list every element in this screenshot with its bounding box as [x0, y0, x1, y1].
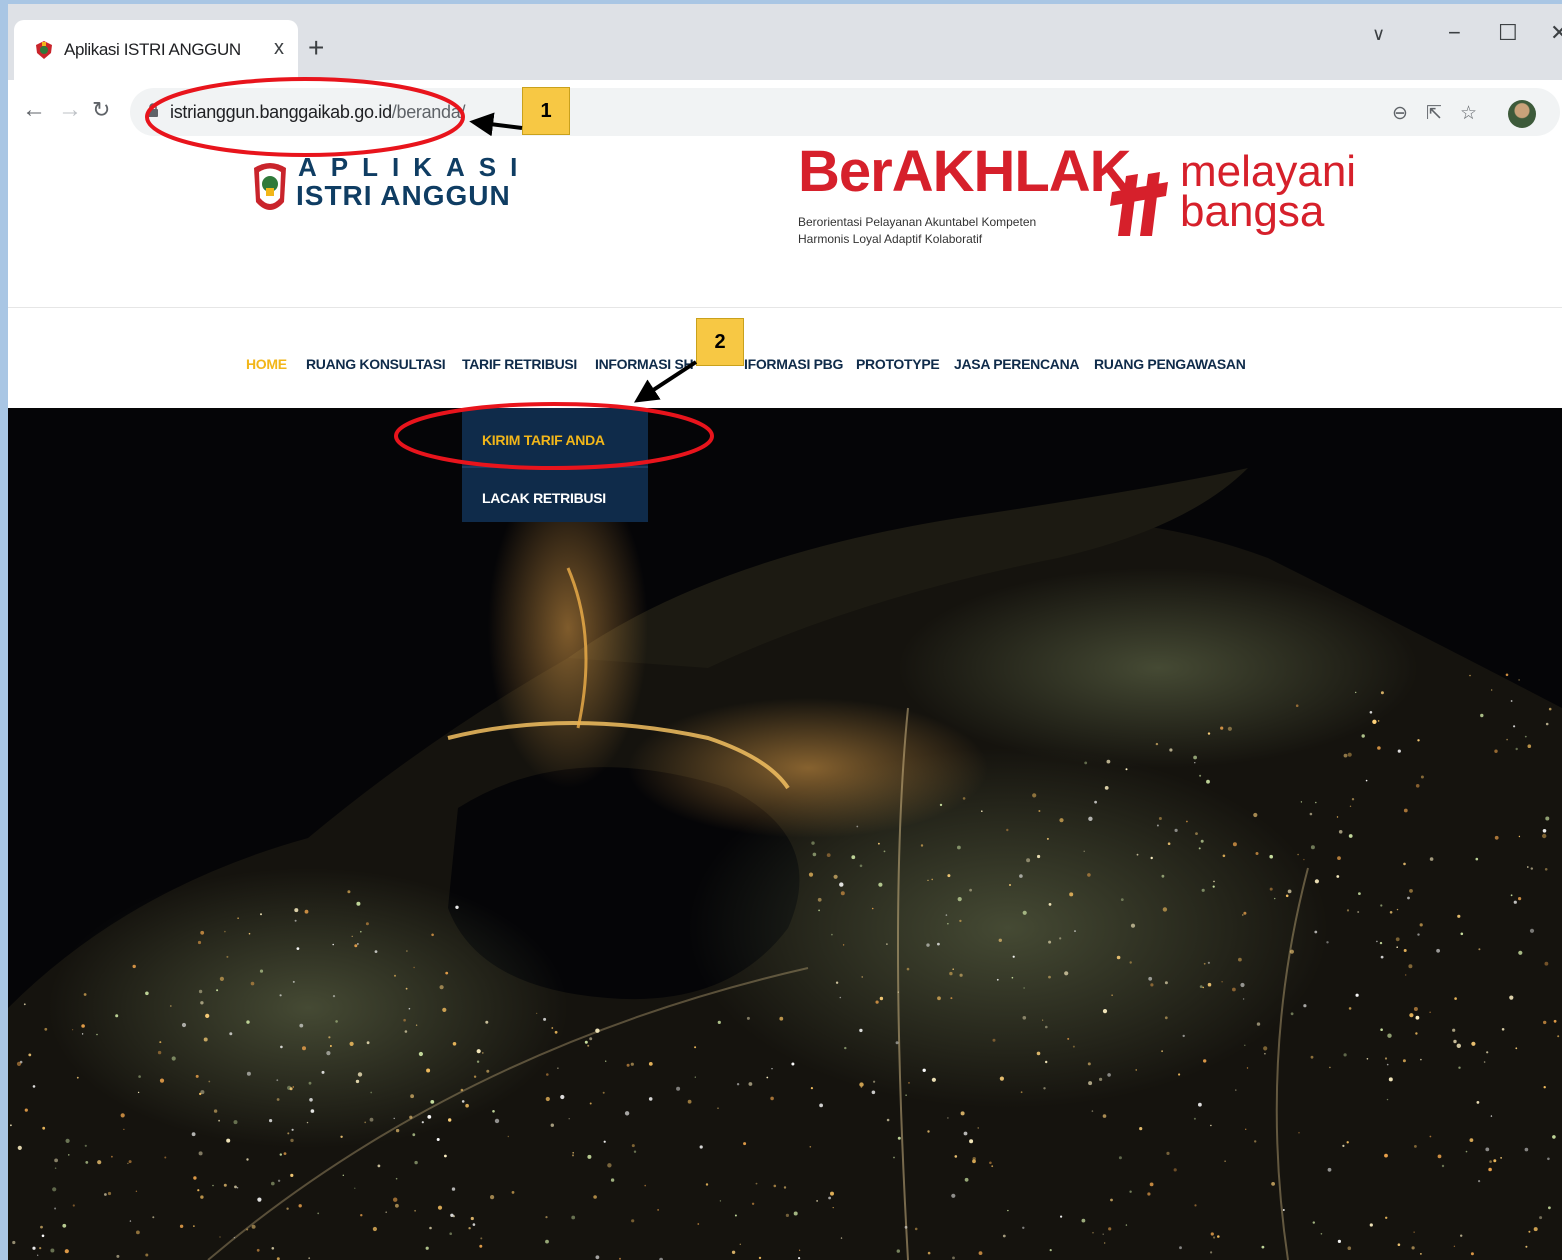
menu-item-ruang-pengawasan[interactable]: RUANG PENGAWASAN: [1094, 356, 1246, 372]
menu-item-jasa-perencana[interactable]: JASA PERENCANA: [954, 356, 1080, 372]
site-favicon-icon: [36, 41, 52, 59]
back-icon[interactable]: ←: [22, 98, 46, 122]
dropdown-item-lacak-retribusi[interactable]: LACAK RETRIBUSI: [482, 490, 606, 506]
menu-item-prototype[interactable]: PROTOTYPE: [856, 356, 940, 372]
regency-emblem-icon[interactable]: [250, 158, 290, 220]
url-text: istrianggun.banggaikab.go.id/beranda/: [170, 102, 465, 123]
menu-item-ruang-konsultasi[interactable]: RUANG KONSULTASI: [306, 356, 446, 372]
close-window-icon[interactable]: ✕: [1550, 20, 1562, 46]
url-path: /beranda/: [391, 102, 466, 122]
berakhlak-sub2: Harmonis Loyal Adaptif Kolaboratif: [798, 232, 983, 246]
dropdown-divider: [462, 466, 648, 468]
tagline-bangsa: bangsa: [1180, 187, 1325, 236]
logo-line1: APLIKASI: [298, 152, 532, 182]
hero-banner-image: [8, 408, 1562, 1260]
reload-icon[interactable]: ↻: [92, 98, 110, 122]
tab-title: Aplikasi ISTRI ANGGUN: [64, 40, 241, 59]
tab-strip: Aplikasi ISTRI ANGGUN x + ∨ − ☐ ✕: [8, 4, 1562, 80]
maximize-icon[interactable]: ☐: [1498, 20, 1518, 46]
minimize-icon[interactable]: −: [1448, 20, 1461, 46]
main-menu: HOME RUANG KONSULTASI TARIF RETRIBUSI IN…: [8, 308, 1562, 408]
lock-icon: [148, 103, 158, 117]
tab-close-icon[interactable]: x: [274, 37, 284, 60]
menu-item-home[interactable]: HOME: [246, 356, 287, 372]
site-header: APLIKASI ISTRI ANGGUN BerAKHLAK Berorien…: [8, 139, 1562, 308]
logo-line2: ISTRI ANGGUN: [296, 180, 511, 211]
zoom-icon[interactable]: ⊖: [1392, 102, 1408, 125]
menu-icon[interactable]: ⋮: [1554, 98, 1562, 124]
tab-search-icon[interactable]: ∨: [1372, 24, 1385, 45]
berakhlak-tagline: Berorientasi Pelayanan Akuntabel Kompete…: [798, 214, 1036, 248]
annotation-badge-1: 1: [522, 87, 570, 135]
city-night-photo: [8, 408, 1562, 1260]
menu-item-tarif-retribusi[interactable]: TARIF RETRIBUSI: [462, 356, 577, 372]
tarif-retribusi-dropdown: KIRIM TARIF ANDA LACAK RETRIBUSI: [462, 408, 648, 522]
browser-window: Aplikasi ISTRI ANGGUN x + ∨ − ☐ ✕ ← → ↻ …: [8, 4, 1562, 1260]
new-tab-button[interactable]: +: [308, 34, 324, 62]
browser-toolbar: ← → ↻ istrianggun.banggaikab.go.id/beran…: [8, 80, 1562, 145]
bangga-melayani-hash-icon: [1110, 172, 1168, 236]
profile-avatar[interactable]: [1508, 100, 1536, 128]
forward-icon[interactable]: →: [58, 98, 82, 122]
berakhlak-logo: BerAKHLAK: [798, 139, 1132, 204]
share-icon[interactable]: ⇱: [1426, 102, 1442, 125]
menu-item-informasi-pbg[interactable]: IFORMASI PBG: [744, 356, 843, 372]
menu-item-informasi-shst[interactable]: INFORMASI SH: [595, 356, 694, 372]
star-icon[interactable]: ☆: [1460, 102, 1477, 125]
browser-tab[interactable]: Aplikasi ISTRI ANGGUN x: [14, 20, 298, 80]
annotation-badge-2: 2: [696, 318, 744, 366]
url-host: istrianggun.banggaikab.go.id: [170, 102, 392, 122]
dropdown-item-kirim-tarif-anda[interactable]: KIRIM TARIF ANDA: [482, 432, 605, 448]
berakhlak-sub1: Berorientasi Pelayanan Akuntabel Kompete…: [798, 215, 1037, 229]
address-bar[interactable]: istrianggun.banggaikab.go.id/beranda/ ⊖ …: [130, 88, 1560, 136]
